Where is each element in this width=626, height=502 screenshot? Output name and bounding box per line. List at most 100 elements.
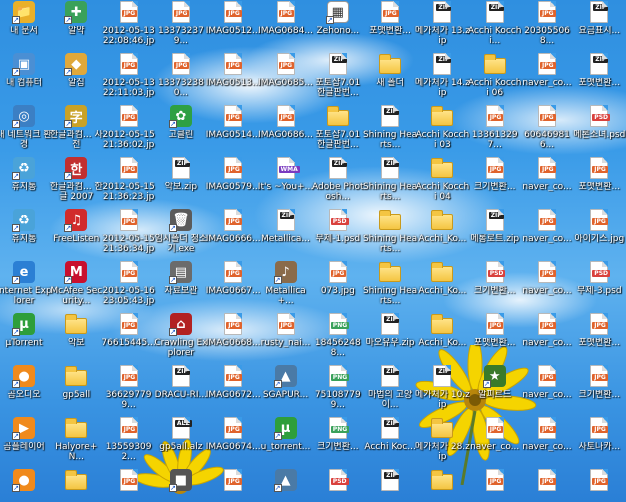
desktop-icon[interactable]: JPG 2012-05-16 23:05:43.jpg: [101, 260, 157, 314]
desktop-icon[interactable]: Acchi Kocchi 03: [414, 104, 470, 158]
desktop-icon[interactable]: PSD 무제-3.psd: [571, 260, 626, 314]
desktop-icon[interactable]: 메가처가 28.zip: [414, 416, 470, 470]
desktop-icon[interactable]: µ ↗ u_torrent...: [258, 416, 314, 470]
desktop-icon[interactable]: ◎ ↗ 내 네트워크 환경: [0, 104, 52, 158]
desktop-icon[interactable]: JPG naver_co...: [519, 52, 575, 106]
desktop-icon[interactable]: ♫ ↗ FreeListen: [48, 208, 104, 262]
desktop-icon[interactable]: 📁 ↗ 내 문서: [0, 0, 52, 54]
desktop-icon[interactable]: 악보: [48, 312, 104, 366]
desktop-icon[interactable]: ● ↗: [0, 468, 52, 502]
desktop-icon[interactable]: ZIP: [362, 468, 418, 502]
desktop-icon[interactable]: Shining Hearts...: [362, 208, 418, 262]
desktop-icon[interactable]: ZIP 포맷변환...: [571, 52, 626, 106]
desktop-icon[interactable]: JPG 포맷변환...: [362, 0, 418, 54]
desktop-icon[interactable]: ZIP Shining Hearts...: [362, 104, 418, 158]
desktop-icon[interactable]: JPG 133613297...: [467, 104, 523, 158]
desktop-icon[interactable]: ZIP Acchi Koc...: [362, 416, 418, 470]
desktop-icon[interactable]: ⌂ ↗ Crawling Explorer: [153, 312, 209, 366]
desktop-icon[interactable]: ZIP Adobe Photosh...: [310, 156, 366, 210]
desktop-icon[interactable]: JPG naver_co...: [519, 416, 575, 470]
desktop-icon[interactable]: [48, 468, 104, 502]
desktop-icon[interactable]: PNG 184562488...: [310, 312, 366, 366]
desktop-icon[interactable]: ZIP 메가처가 13.zip: [414, 0, 470, 54]
desktop-icon[interactable]: JPG: [467, 468, 523, 502]
desktop-icon[interactable]: ▣ ↗ 내 컴퓨터: [0, 52, 52, 106]
desktop-icon[interactable]: JPG 2012-05-13 22:08:46.jpg: [101, 0, 157, 54]
desktop-icon[interactable]: JPG IMAG0686...: [258, 104, 314, 158]
desktop-icon[interactable]: M ↗ McAfee Security...: [48, 260, 104, 314]
desktop-icon[interactable]: ♻ ↗ 휴지통: [0, 208, 52, 262]
desktop-icon[interactable]: JPG rusty_nai...: [258, 312, 314, 366]
desktop-icon[interactable]: JPG IMAG0512...: [205, 0, 261, 54]
desktop-icon[interactable]: µ ↗ µTorrent: [0, 312, 52, 366]
desktop-icon[interactable]: 字 ↗ 한글과컴... 사전: [48, 104, 104, 158]
desktop-icon[interactable]: PNG 크기변환...: [310, 416, 366, 470]
desktop-icon[interactable]: ✿ ↗ 고클린: [153, 104, 209, 158]
desktop-icon[interactable]: JPG naver_co...: [519, 260, 575, 314]
desktop-icon[interactable]: 한 ↗ 한글과컴... 한글 2007: [48, 156, 104, 210]
desktop-icon[interactable]: JPG 073.jpg: [310, 260, 366, 314]
desktop-icon[interactable]: JPG: [519, 468, 575, 502]
desktop-icon[interactable]: [414, 468, 470, 502]
desktop-icon[interactable]: JPG 76615445...: [101, 312, 157, 366]
desktop-icon[interactable]: JPG 366297799...: [101, 364, 157, 418]
desktop-icon[interactable]: JPG 포맷변환...: [571, 312, 626, 366]
desktop-icon[interactable]: JPG 2012-05-13 22:11:03.jpg: [101, 52, 157, 106]
desktop-icon[interactable]: ▶ ↗ 곰플레이어: [0, 416, 52, 470]
desktop-icon[interactable]: ▲ ↗ SGAPUR...: [258, 364, 314, 418]
desktop-icon[interactable]: ZIP 메가처가 14.zip: [414, 52, 470, 106]
desktop-icon[interactable]: JPG: [571, 468, 626, 502]
desktop-icon[interactable]: gp5all: [48, 364, 104, 418]
desktop-icon[interactable]: Acchi_Ko...: [414, 312, 470, 366]
desktop-icon[interactable]: JPG naver_co...: [519, 312, 575, 366]
desktop-icon[interactable]: JPG naver_co...: [467, 416, 523, 470]
desktop-icon[interactable]: Acchi Kocchi 06: [467, 52, 523, 106]
desktop-icon[interactable]: WMA It's ~You+...: [258, 156, 314, 210]
desktop-icon[interactable]: JPG naver_co...: [519, 364, 575, 418]
desktop-icon[interactable]: Acchi_Ko...: [414, 260, 470, 314]
desktop-icon[interactable]: 새 폴더: [362, 52, 418, 106]
desktop-icon[interactable]: JPG: [101, 468, 157, 502]
desktop-icon[interactable]: ZIP 악보.zip: [153, 156, 209, 210]
desktop-icon[interactable]: JPG naver_co...: [519, 208, 575, 262]
desktop-icon[interactable]: JPG 2012-05-15 21:36:23.jpg: [101, 156, 157, 210]
desktop-icon[interactable]: JPG 포맷변환...: [467, 312, 523, 366]
desktop-icon[interactable]: JPG: [205, 468, 261, 502]
desktop-icon[interactable]: ▦ ↗ Zehono...: [310, 0, 366, 54]
desktop-icon[interactable]: Acchi_Ko...: [414, 208, 470, 262]
desktop-icon[interactable]: JPG IMAG0685...: [258, 52, 314, 106]
desktop-icon[interactable]: JPG 606469816...: [519, 104, 575, 158]
desktop-icon[interactable]: JPG IMAG0514...: [205, 104, 261, 158]
desktop-icon[interactable]: 포토샵7.01 한글판번...: [310, 104, 366, 158]
desktop-icon[interactable]: JPG 포맷변환...: [571, 156, 626, 210]
desktop-icon[interactable]: JPG 2012-05-15 21:36:02.jpg: [101, 104, 157, 158]
desktop-icon[interactable]: JPG 203055068...: [519, 0, 575, 54]
desktop-icon[interactable]: e ↗ Internet Explorer: [0, 260, 52, 314]
desktop-icon[interactable]: ZIP 마오유우.zip: [362, 312, 418, 366]
desktop-icon[interactable]: JPG naver_co...: [519, 156, 575, 210]
desktop-icon[interactable]: ● ↗ 곰오디오: [0, 364, 52, 418]
desktop-icon[interactable]: ★ ↗ 알피르드: [467, 364, 523, 418]
desktop-icon[interactable]: Acchi Kocchi 04: [414, 156, 470, 210]
desktop-icon[interactable]: JPG IMAG0579...: [205, 156, 261, 210]
desktop-icon[interactable]: ♻ ↗ 휴지통: [0, 156, 52, 210]
desktop-icon[interactable]: Halyore+N...: [48, 416, 104, 470]
desktop-icon[interactable]: JPG 133732380...: [153, 52, 209, 106]
desktop-icon[interactable]: PSD 무제-1.psd: [310, 208, 366, 262]
desktop-icon[interactable]: JPG IMAG0672...: [205, 364, 261, 418]
desktop-icon[interactable]: PSD: [310, 468, 366, 502]
desktop-icon[interactable]: Shining Hearts...: [362, 260, 418, 314]
desktop-icon[interactable]: JPG 아이기스.jpg: [571, 208, 626, 262]
desktop-icon[interactable]: ZIP 마법의 고양이...: [362, 364, 418, 418]
desktop-icon[interactable]: ZIP 메가처가 10.zip: [414, 364, 470, 418]
desktop-icon[interactable]: JPG 크기변환...: [467, 156, 523, 210]
desktop-icon[interactable]: ZIP DRACU-RI...: [153, 364, 209, 418]
desktop-icon[interactable]: PSD 메론소녀.psd: [571, 104, 626, 158]
desktop-icon[interactable]: PNG 751087799...: [310, 364, 366, 418]
desktop-icon[interactable]: ▤ ↗ 자료보관: [153, 260, 209, 314]
desktop-icon[interactable]: ▲ ↗: [258, 468, 314, 502]
desktop-icon[interactable]: JPG 크기변환...: [571, 364, 626, 418]
desktop-icon[interactable]: ZIP Shining Hearts...: [362, 156, 418, 210]
desktop-icon[interactable]: JPG 사토나카...: [571, 416, 626, 470]
desktop-icon[interactable]: JPG 133732379...: [153, 0, 209, 54]
